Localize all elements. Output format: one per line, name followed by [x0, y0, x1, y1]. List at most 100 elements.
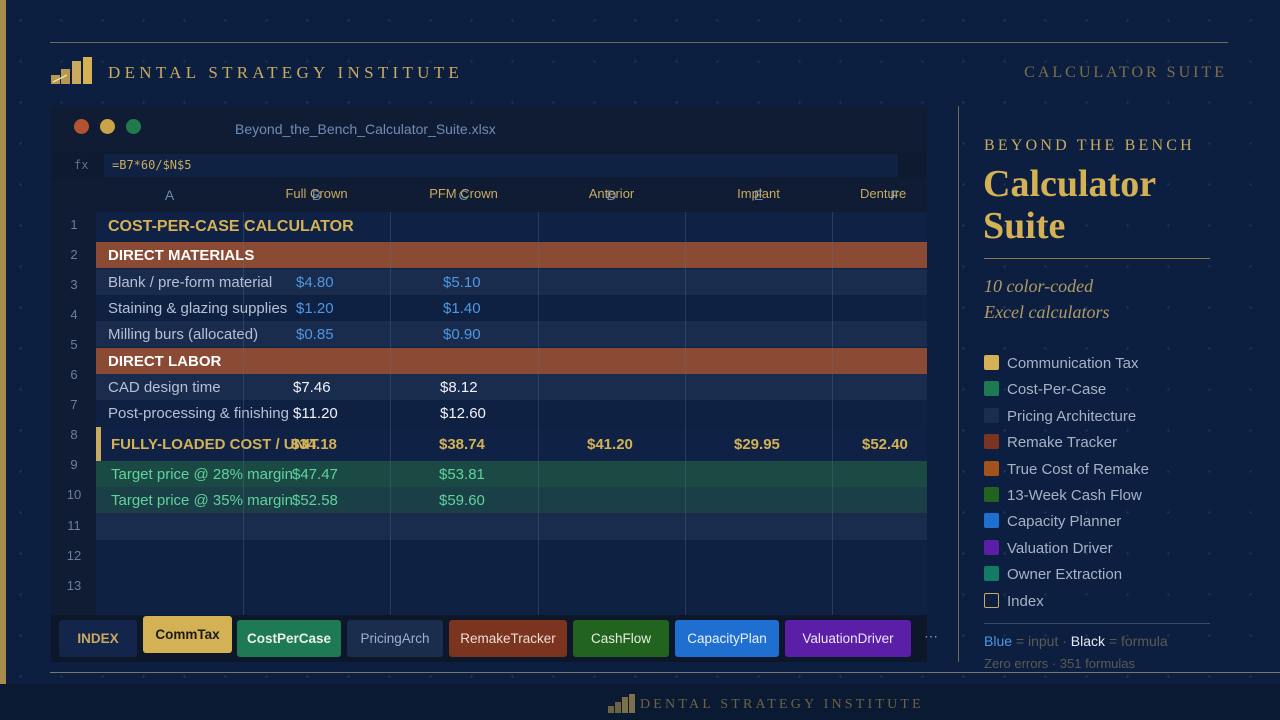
- tab-pricingarch[interactable]: PricingArch: [347, 620, 443, 657]
- formula-cell[interactable]: $11.20: [293, 400, 338, 427]
- panel-title-line: Calculator: [983, 163, 1157, 205]
- panel-subtitle: 10 color-coded Excel calculators: [984, 273, 1109, 325]
- formula-cell[interactable]: $7.46: [293, 374, 331, 400]
- stats-note: Zero errors · 351 formulas: [984, 656, 1135, 671]
- formula-cell[interactable]: $47.47: [292, 461, 338, 487]
- subtitle-line: 10 color-coded: [984, 276, 1094, 296]
- column-label-full-crown: Full Crown: [285, 186, 348, 201]
- note-formula: = formula: [1105, 633, 1168, 649]
- tab-remaketracker[interactable]: RemakeTracker: [449, 620, 567, 657]
- input-cell[interactable]: $1.20: [296, 295, 334, 321]
- row-number[interactable]: 3: [62, 277, 86, 292]
- panel-divider: [958, 106, 959, 662]
- legend-item: Valuation Driver: [984, 539, 1113, 557]
- legend-swatch-icon: [984, 355, 999, 370]
- row-number[interactable]: 10: [62, 487, 86, 502]
- input-cell[interactable]: $4.80: [296, 269, 334, 295]
- total-cell[interactable]: $38.74: [439, 427, 485, 461]
- row-label[interactable]: Target price @ 35% margin: [111, 487, 293, 513]
- formula-cell[interactable]: $53.81: [439, 461, 485, 487]
- panel-title-line: Suite: [983, 205, 1066, 247]
- formula-cell[interactable]: $12.60: [440, 400, 486, 427]
- row-number[interactable]: 4: [62, 307, 86, 322]
- row-label[interactable]: Target price @ 28% margin: [111, 461, 293, 487]
- total-cell[interactable]: $29.95: [734, 427, 780, 461]
- row-number[interactable]: 6: [62, 367, 86, 382]
- row-label[interactable]: Blank / pre-form material: [108, 269, 272, 295]
- formula-cell[interactable]: $52.58: [292, 487, 338, 513]
- legend-item: Cost-Per-Case: [984, 381, 1106, 398]
- formula-cell[interactable]: $8.12: [440, 374, 478, 400]
- grid-line: [243, 212, 244, 615]
- row-label[interactable]: Staining & glazing supplies: [108, 295, 287, 321]
- maximize-window-button[interactable]: [126, 119, 141, 134]
- legend-item: Pricing Architecture: [984, 407, 1137, 425]
- tab-cashflow[interactable]: CashFlow: [573, 620, 669, 657]
- footer-brand: DENTAL STRATEGY INSTITUTE: [640, 697, 924, 712]
- row-label[interactable]: FULLY-LOADED COST / UNIT: [111, 427, 319, 461]
- column-header-a[interactable]: A: [96, 187, 243, 203]
- legend-label: Index: [1007, 592, 1044, 610]
- tab-costpercase[interactable]: CostPerCase: [237, 620, 341, 657]
- more-tabs-icon[interactable]: ⋯: [924, 628, 938, 645]
- top-rule: [50, 42, 1228, 43]
- row-number[interactable]: 7: [62, 397, 86, 412]
- legend-item: Communication Tax: [984, 355, 1138, 372]
- total-cell[interactable]: $34.18: [291, 427, 337, 461]
- panel-rule: [984, 258, 1210, 259]
- tab-valuationdriver[interactable]: ValuationDriver: [785, 620, 911, 657]
- formula-cell[interactable]: $59.60: [439, 487, 485, 513]
- target-row: Target price @ 35% margin $52.58 $59.60: [96, 487, 927, 513]
- input-cell[interactable]: $1.40: [443, 295, 481, 321]
- column-label-denture: Denture: [860, 186, 907, 201]
- legend-swatch-icon: [984, 566, 999, 582]
- legend-label: True Cost of Remake: [1007, 460, 1149, 478]
- panel-kicker: BEYOND THE BENCH: [984, 137, 1195, 154]
- legend-swatch-icon: [984, 487, 999, 502]
- column-label-pfm-crown: PFM Crown: [429, 186, 498, 201]
- row-number[interactable]: 8: [62, 427, 86, 442]
- legend-item: Index: [984, 592, 1044, 610]
- tab-commtax[interactable]: CommTax: [143, 616, 232, 653]
- legend-swatch-icon: [984, 513, 999, 529]
- row-label[interactable]: Milling burs (allocated): [108, 321, 258, 347]
- row-label[interactable]: CAD design time: [108, 374, 221, 400]
- row-number[interactable]: 1: [62, 217, 86, 232]
- column-label-anterior: Anterior: [588, 186, 635, 201]
- close-window-button[interactable]: [74, 119, 89, 134]
- row-number[interactable]: 13: [62, 578, 86, 593]
- note-black: Black: [1070, 633, 1106, 649]
- tab-capacityplan[interactable]: CapacityPlan: [675, 620, 779, 657]
- legend-swatch-icon: [984, 381, 999, 397]
- row-number[interactable]: 5: [62, 337, 86, 352]
- input-cell[interactable]: $0.85: [296, 321, 334, 347]
- legend-label: Valuation Driver: [1007, 539, 1113, 557]
- legend-swatch-icon: [984, 539, 999, 555]
- total-row: FULLY-LOADED COST / UNIT $34.18 $38.74 $…: [96, 427, 927, 461]
- section-label[interactable]: DIRECT LABOR: [108, 348, 221, 374]
- bottom-rule: [50, 672, 1280, 673]
- total-cell[interactable]: $52.40: [862, 427, 908, 461]
- row-number[interactable]: 9: [62, 457, 86, 472]
- sheet-title[interactable]: COST-PER-CASE CALCULATOR: [108, 212, 354, 241]
- table-row: Milling burs (allocated) $0.85 $0.90: [96, 321, 927, 347]
- legend-swatch-icon: [984, 460, 999, 476]
- input-cell[interactable]: $0.90: [443, 321, 481, 347]
- formula-input[interactable]: =B7*60/$N$5: [104, 154, 898, 177]
- legend-label: Communication Tax: [1007, 355, 1139, 372]
- footer-logo-icon: [608, 694, 635, 713]
- row-number[interactable]: 2: [62, 247, 86, 262]
- section-label[interactable]: DIRECT MATERIALS: [108, 242, 254, 268]
- input-cell[interactable]: $5.10: [443, 269, 481, 295]
- legend-item: 13-Week Cash Flow: [984, 487, 1142, 504]
- row-number[interactable]: 12: [62, 548, 86, 563]
- tab-index[interactable]: INDEX: [59, 620, 137, 657]
- legend-label: Pricing Architecture: [1007, 407, 1137, 425]
- grid-line: [685, 212, 686, 615]
- legend-swatch-icon: [984, 434, 999, 450]
- row-number[interactable]: 11: [62, 518, 86, 533]
- minimize-window-button[interactable]: [100, 119, 115, 134]
- row-label[interactable]: Post-processing & finishing: [108, 400, 289, 427]
- total-cell[interactable]: $41.20: [587, 427, 633, 461]
- legend-label: 13-Week Cash Flow: [1007, 487, 1142, 504]
